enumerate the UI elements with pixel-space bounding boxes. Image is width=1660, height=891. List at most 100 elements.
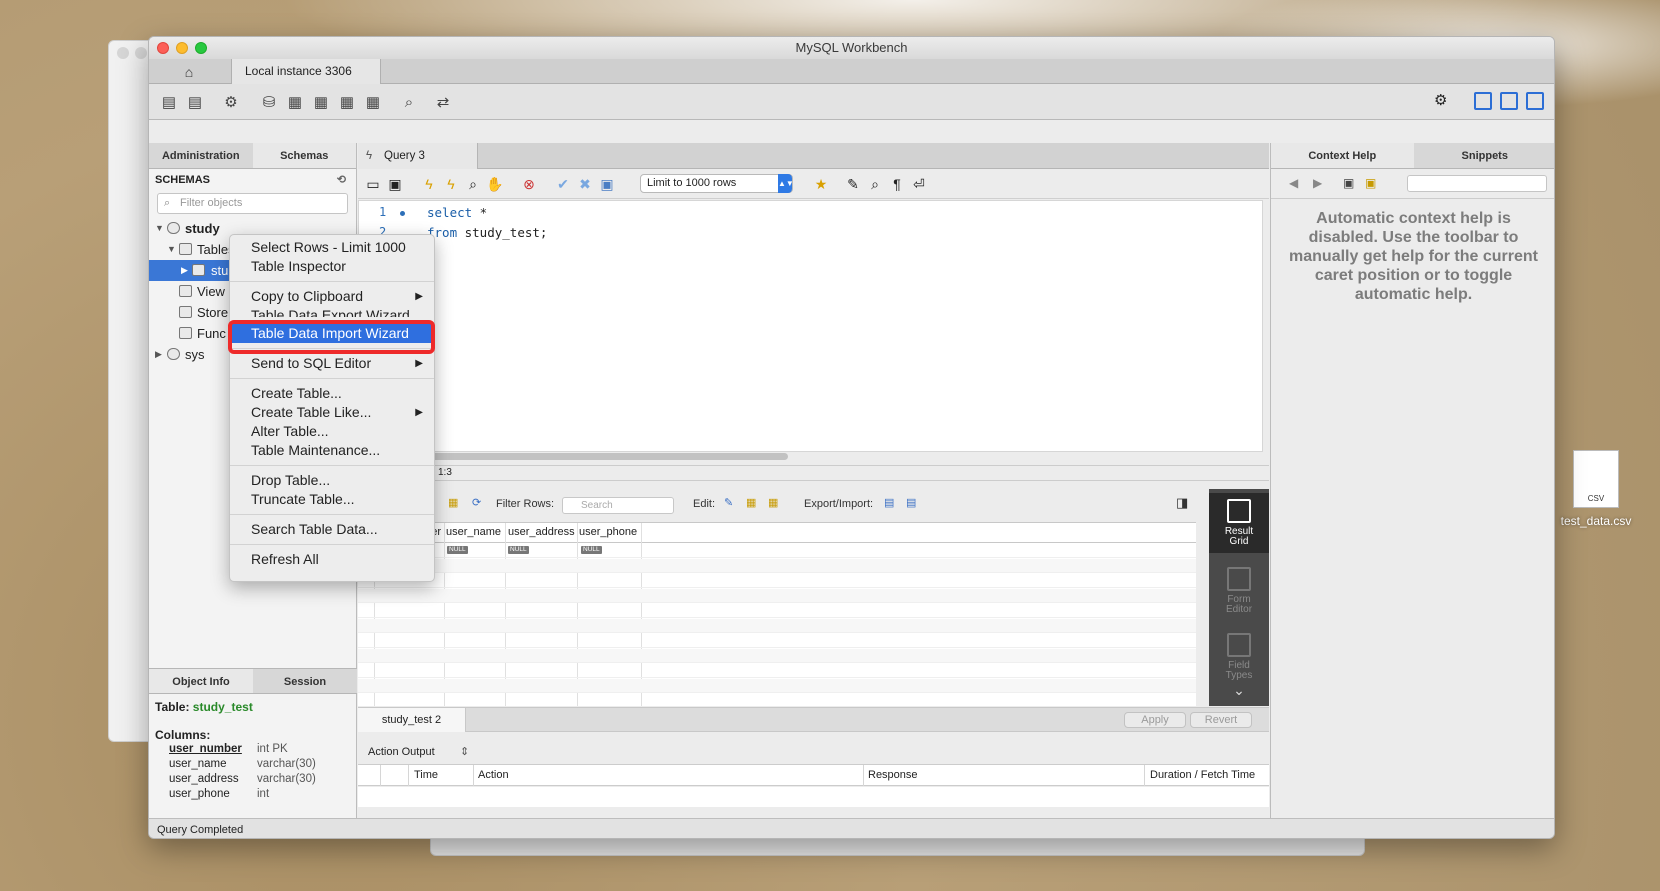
create-view-icon[interactable]: ▦ xyxy=(311,92,331,112)
menu-item-alter-table[interactable]: Alter Table... xyxy=(230,422,434,441)
create-procedure-icon[interactable]: ▦ xyxy=(337,92,357,112)
refresh-icon[interactable]: ⟲ xyxy=(337,169,346,191)
result-grid[interactable]: mber user_name user_address user_phone N… xyxy=(358,522,1196,706)
find-icon[interactable]: ⌕ xyxy=(866,175,884,193)
menu-item-truncate-table[interactable]: Truncate Table... xyxy=(230,490,434,509)
save-icon[interactable]: ▣ xyxy=(386,175,404,193)
tab-schemas[interactable]: Schemas xyxy=(252,143,356,168)
disclosure-closed-icon[interactable]: ▶ xyxy=(181,260,188,281)
table-context-menu: Select Rows - Limit 1000 Table Inspector… xyxy=(229,234,435,582)
tab-context-help[interactable]: Context Help xyxy=(1271,143,1414,168)
database-icon xyxy=(167,348,180,360)
import-icon[interactable]: ▤ xyxy=(906,496,916,509)
create-schema-icon[interactable]: ⛁ xyxy=(259,92,279,112)
add-snippet-icon[interactable]: ★ xyxy=(812,175,830,193)
insert-row-icon[interactable]: ▦ xyxy=(746,496,756,509)
execute-icon[interactable]: ϟ xyxy=(420,175,438,193)
rollback-icon[interactable]: ✖ xyxy=(576,175,594,193)
table-icon xyxy=(192,264,205,276)
back-arrow-icon[interactable]: ◀ xyxy=(1289,176,1298,190)
field-types-button[interactable]: Field Types xyxy=(1209,629,1269,681)
menu-item-create-table[interactable]: Create Table... xyxy=(230,384,434,403)
explain-icon[interactable]: ⌕ xyxy=(464,175,482,193)
column-info-row: user_phone int xyxy=(169,788,270,800)
toggle-secondary-sidebar-icon[interactable] xyxy=(1526,92,1544,110)
menu-item-select-rows[interactable]: Select Rows - Limit 1000 xyxy=(230,238,434,257)
tab-object-info[interactable]: Object Info xyxy=(149,669,253,693)
commit-icon[interactable]: ✔ xyxy=(554,175,572,193)
grid-header: mber user_name user_address user_phone xyxy=(358,523,1196,543)
menu-item-export-wizard[interactable]: Table Data Export Wizard xyxy=(230,306,434,317)
auto-help-icon[interactable]: ▣ xyxy=(1365,176,1376,190)
scroll-down-chevron-icon[interactable]: ⌄ xyxy=(1209,683,1269,697)
create-table-icon[interactable]: ▦ xyxy=(285,92,305,112)
toggle-sidebar-icon[interactable] xyxy=(1474,92,1492,110)
menu-item-refresh-all[interactable]: Refresh All xyxy=(230,550,434,569)
help-search-input[interactable] xyxy=(1407,175,1547,192)
code-editor[interactable]: 1 2 3 select * from study_test; xyxy=(358,200,1263,452)
folder-icon xyxy=(179,285,192,297)
tab-session[interactable]: Session xyxy=(253,669,357,693)
word-wrap-icon[interactable]: ⏎ xyxy=(910,175,928,193)
desktop-file-csv[interactable]: CSV test_data.csv xyxy=(1556,450,1636,528)
tab-query-3[interactable]: ϟ Query 3 xyxy=(358,143,478,169)
context-help-text: Automatic context help is disabled. Use … xyxy=(1289,210,1538,303)
delete-row-icon[interactable]: ▦ xyxy=(768,496,778,509)
manual-help-icon[interactable]: ▣ xyxy=(1343,176,1354,190)
invisible-chars-icon[interactable]: ¶ xyxy=(888,175,906,193)
tab-local-instance[interactable]: Local instance 3306 xyxy=(231,59,381,84)
menu-item-create-table-like[interactable]: Create Table Like... ▶ xyxy=(230,403,434,422)
result-grid-button[interactable]: Result Grid xyxy=(1209,493,1269,553)
open-file-icon[interactable]: ▭ xyxy=(364,175,382,193)
open-sql-script-icon[interactable]: ▤ xyxy=(185,92,205,112)
edit-row-icon[interactable]: ✎ xyxy=(724,496,733,509)
minimize-button[interactable] xyxy=(176,42,188,54)
action-output-selector[interactable]: Action Output ⇕ xyxy=(358,741,1269,763)
refresh-rows-icon[interactable]: ⟳ xyxy=(472,496,481,509)
export-icon[interactable]: ▤ xyxy=(884,496,894,509)
menu-item-table-inspector[interactable]: Table Inspector xyxy=(230,257,434,276)
disclosure-open-icon[interactable]: ▼ xyxy=(155,218,164,239)
disclosure-open-icon[interactable]: ▼ xyxy=(167,239,176,260)
menu-item-search-table-data[interactable]: Search Table Data... xyxy=(230,520,434,539)
tab-administration[interactable]: Administration xyxy=(149,143,253,168)
close-button[interactable] xyxy=(157,42,169,54)
result-tabs: study_test 2 Apply Revert xyxy=(358,707,1269,732)
autocommit-icon[interactable]: ▣ xyxy=(598,175,616,193)
toggle-output-icon[interactable] xyxy=(1500,92,1518,110)
tab-snippets[interactable]: Snippets xyxy=(1414,143,1555,168)
stop-icon[interactable]: ✋ xyxy=(486,175,504,193)
form-editor-button[interactable]: Form Editor xyxy=(1209,563,1269,621)
maximize-button[interactable] xyxy=(195,42,207,54)
home-icon[interactable]: ⌂ xyxy=(149,59,229,84)
grid-view-icon xyxy=(1227,499,1251,523)
action-output-header: Time Action Response Duration / Fetch Ti… xyxy=(358,764,1269,786)
toggle-wrap-icon[interactable]: ◨ xyxy=(1176,495,1188,511)
action-output-list[interactable] xyxy=(358,787,1269,807)
grid-icon[interactable]: ▦ xyxy=(448,496,458,509)
filter-rows-input[interactable]: Search xyxy=(562,497,674,514)
settings-gear-icon[interactable]: ⚙ xyxy=(1434,92,1452,110)
search-table-data-icon[interactable]: ⌕ xyxy=(399,92,419,112)
new-sql-tab-icon[interactable]: ▤ xyxy=(159,92,179,112)
inspector-icon[interactable]: ⚙ xyxy=(221,92,241,112)
toggle-error-icon[interactable]: ⊗ xyxy=(520,175,538,193)
filter-objects-input[interactable]: ⌕ Filter objects xyxy=(157,193,348,214)
menu-item-send-to-sql-editor[interactable]: Send to SQL Editor ▶ xyxy=(230,354,434,373)
limit-rows-select[interactable]: Limit to 1000 rows ▲▼ xyxy=(640,174,794,193)
table-row[interactable]: NULL NULL NULL xyxy=(358,544,1196,558)
create-function-icon[interactable]: ▦ xyxy=(363,92,383,112)
forward-arrow-icon[interactable]: ▶ xyxy=(1313,176,1322,190)
menu-item-table-maintenance[interactable]: Table Maintenance... xyxy=(230,441,434,460)
editor-horizontal-scrollbar[interactable] xyxy=(428,453,788,460)
menu-item-copy-to-clipboard[interactable]: Copy to Clipboard ▶ xyxy=(230,287,434,306)
beautify-icon[interactable]: ✎ xyxy=(844,175,862,193)
revert-button[interactable]: Revert xyxy=(1190,712,1252,728)
reconnect-icon[interactable]: ⇄ xyxy=(433,92,453,112)
execute-current-icon[interactable]: ϟ xyxy=(442,175,460,193)
apply-button[interactable]: Apply xyxy=(1124,712,1186,728)
select-arrows-icon: ▲▼ xyxy=(778,174,794,193)
disclosure-closed-icon[interactable]: ▶ xyxy=(155,344,162,365)
tab-result-study-test-2[interactable]: study_test 2 xyxy=(358,708,466,732)
menu-item-drop-table[interactable]: Drop Table... xyxy=(230,471,434,490)
